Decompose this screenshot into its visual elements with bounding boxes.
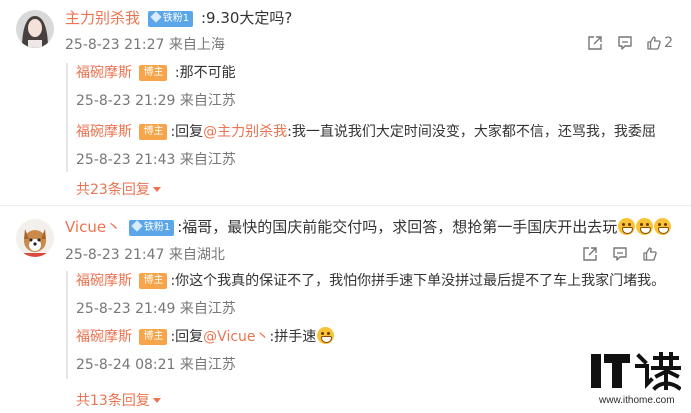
ithome-url: www.ithome.com <box>599 395 675 406</box>
reply-mention-link[interactable]: @主力别杀我 <box>203 124 287 140</box>
avatar[interactable] <box>16 219 54 257</box>
reply-prefix: :回复 <box>170 329 204 345</box>
fan-badge[interactable]: 铁粉1 <box>147 11 194 27</box>
caret-down-icon <box>152 398 161 403</box>
share-button[interactable] <box>580 31 610 55</box>
divider <box>0 205 691 206</box>
reply-text: :那不可能 <box>174 65 236 81</box>
reply-text: :你这个我真的保证不了，我怕你拼手速下单没拼过最后提不了车上我家门堵我。 <box>170 273 666 289</box>
reply-time: 25-8-24 08:21 <box>76 357 176 373</box>
reply-username[interactable]: 福碗摩斯 <box>76 65 132 81</box>
reply-time: 25-8-23 21:29 <box>76 93 176 109</box>
reply-prefix: :回复 <box>170 124 204 140</box>
reply-location: 来自江苏 <box>179 357 236 373</box>
comment-button[interactable] <box>605 242 635 266</box>
host-badge: 博主 <box>139 65 168 81</box>
gem-icon <box>150 11 162 23</box>
reply-time: 25-8-23 21:43 <box>76 152 176 168</box>
host-badge: 博主 <box>139 329 168 345</box>
comment-time: 25-8-23 21:27 <box>65 37 165 53</box>
more-replies-link[interactable]: 共23条回复 <box>76 179 161 199</box>
avatar[interactable] <box>16 10 54 48</box>
reply-location: 来自江苏 <box>179 152 236 168</box>
thumbs-up-icon <box>643 247 657 261</box>
reply-username[interactable]: 福碗摩斯 <box>76 329 132 345</box>
like-count: 2 <box>664 35 673 51</box>
comment-text: :福哥，最快的国庆前能交付吗，求回答，想抢第一手国庆开出去玩 <box>177 218 618 236</box>
host-badge: 博主 <box>139 124 168 140</box>
reply-username[interactable]: 福碗摩斯 <box>76 273 132 289</box>
grimace-emoji-icon <box>636 218 654 235</box>
comment-icon <box>613 247 627 261</box>
reply-location: 来自江苏 <box>179 301 236 317</box>
comment-button[interactable] <box>610 31 640 55</box>
reply-text: :拼手速 <box>269 329 317 345</box>
grimace-emoji-icon <box>618 218 636 235</box>
share-icon <box>588 36 602 50</box>
comment-text: :9.30大定吗? <box>200 9 293 27</box>
reply-time: 25-8-23 21:49 <box>76 301 176 317</box>
grimace-emoji-icon <box>317 327 335 344</box>
share-icon <box>583 247 597 261</box>
like-button[interactable] <box>635 242 665 266</box>
reply-list: 福碗摩斯 博主 :那不可能 25-8-23 21:29 来自江苏 福碗摩斯 博主… <box>66 63 691 198</box>
reply-text: :我一直说我们大定时间没变，大家都不信，还骂我，我委屈 <box>287 124 656 140</box>
comment-username[interactable]: Vicue丶 <box>65 218 121 236</box>
comment-location: 来自湖北 <box>168 247 225 263</box>
thumbs-up-icon <box>647 36 661 50</box>
reply-location: 来自江苏 <box>179 93 236 109</box>
ithome-logo <box>591 350 681 394</box>
host-badge: 博主 <box>139 273 168 289</box>
grimace-emoji-icon <box>654 218 672 235</box>
comment-time: 25-8-23 21:47 <box>65 247 165 263</box>
comment-username[interactable]: 主力别杀我 <box>65 9 140 27</box>
ithome-logo-mark <box>591 352 681 391</box>
share-button[interactable] <box>575 242 605 266</box>
reply-username[interactable]: 福碗摩斯 <box>76 124 132 140</box>
fan-badge[interactable]: 铁粉1 <box>128 220 175 236</box>
more-replies-link[interactable]: 共13条回复 <box>76 390 161 410</box>
ithome-watermark: www.ithome.com <box>591 350 687 410</box>
caret-down-icon <box>152 187 161 192</box>
like-button[interactable]: 2 <box>640 31 675 55</box>
reply-mention-link[interactable]: @Vicue丶 <box>203 329 269 345</box>
comment-icon <box>618 36 632 50</box>
comment-location: 来自上海 <box>168 37 225 53</box>
gem-icon <box>131 220 143 232</box>
